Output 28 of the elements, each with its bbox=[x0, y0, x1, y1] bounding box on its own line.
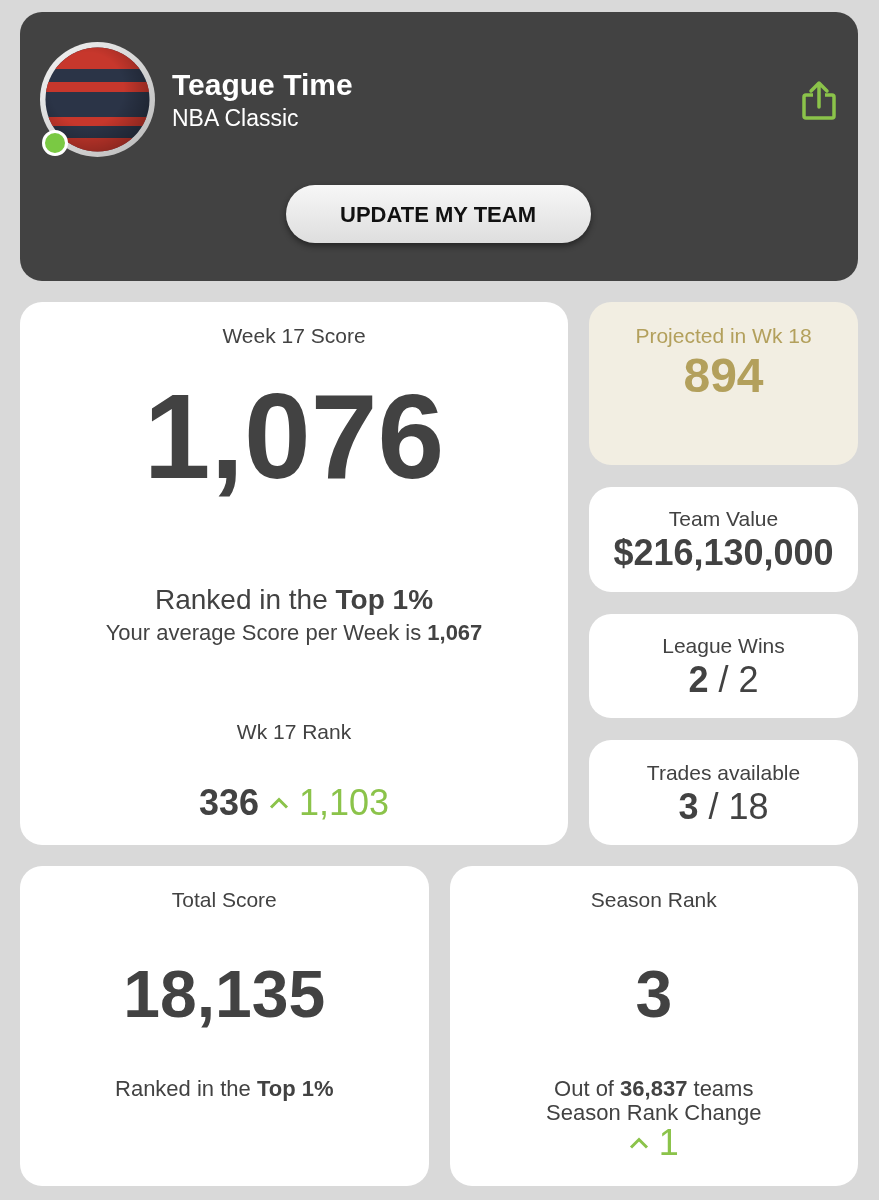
score-value: 18,135 bbox=[123, 961, 326, 1027]
rank-change-value: 1,103 bbox=[299, 781, 390, 825]
striped-avatar-icon bbox=[40, 42, 155, 157]
card-title: League Wins bbox=[662, 633, 785, 659]
stat-value: 3 / 18 bbox=[678, 786, 769, 827]
stat-value: 894 bbox=[683, 350, 764, 402]
stat-value: 2 / 2 bbox=[688, 660, 759, 700]
rank-percentile-text: Ranked in the Top 1% bbox=[154, 583, 434, 617]
card-title: Season Rank bbox=[590, 887, 717, 913]
rank-percentile-text: Ranked in the Top 1% bbox=[115, 1077, 334, 1101]
rank-change-label: Season Rank Change bbox=[546, 1101, 762, 1125]
card-title: Total Score bbox=[171, 887, 277, 913]
rank-value: 336 bbox=[198, 781, 259, 825]
share-icon[interactable] bbox=[802, 79, 836, 120]
update-team-button[interactable]: UPDATE MY TEAM bbox=[285, 185, 591, 243]
card-title: Projected in Wk 18 bbox=[635, 323, 812, 349]
card-title: Week 17 Score bbox=[222, 323, 366, 349]
league-name: NBA Classic bbox=[172, 103, 300, 133]
team-name: Teague Time bbox=[172, 66, 353, 103]
stat-value: $216,130,000 bbox=[613, 533, 834, 574]
card-subtitle: Wk 17 Rank bbox=[236, 719, 352, 745]
card-title: Trades available bbox=[646, 759, 801, 786]
rank-value: 3 bbox=[635, 961, 673, 1027]
average-score-text: Your average Score per Week is 1,067 bbox=[105, 619, 483, 647]
rank-change-value: 1 bbox=[658, 1125, 679, 1161]
team-count-text: Out of 36,837 teams bbox=[554, 1077, 754, 1101]
score-value: 1,076 bbox=[143, 376, 445, 496]
card-title: Team Value bbox=[668, 506, 779, 533]
